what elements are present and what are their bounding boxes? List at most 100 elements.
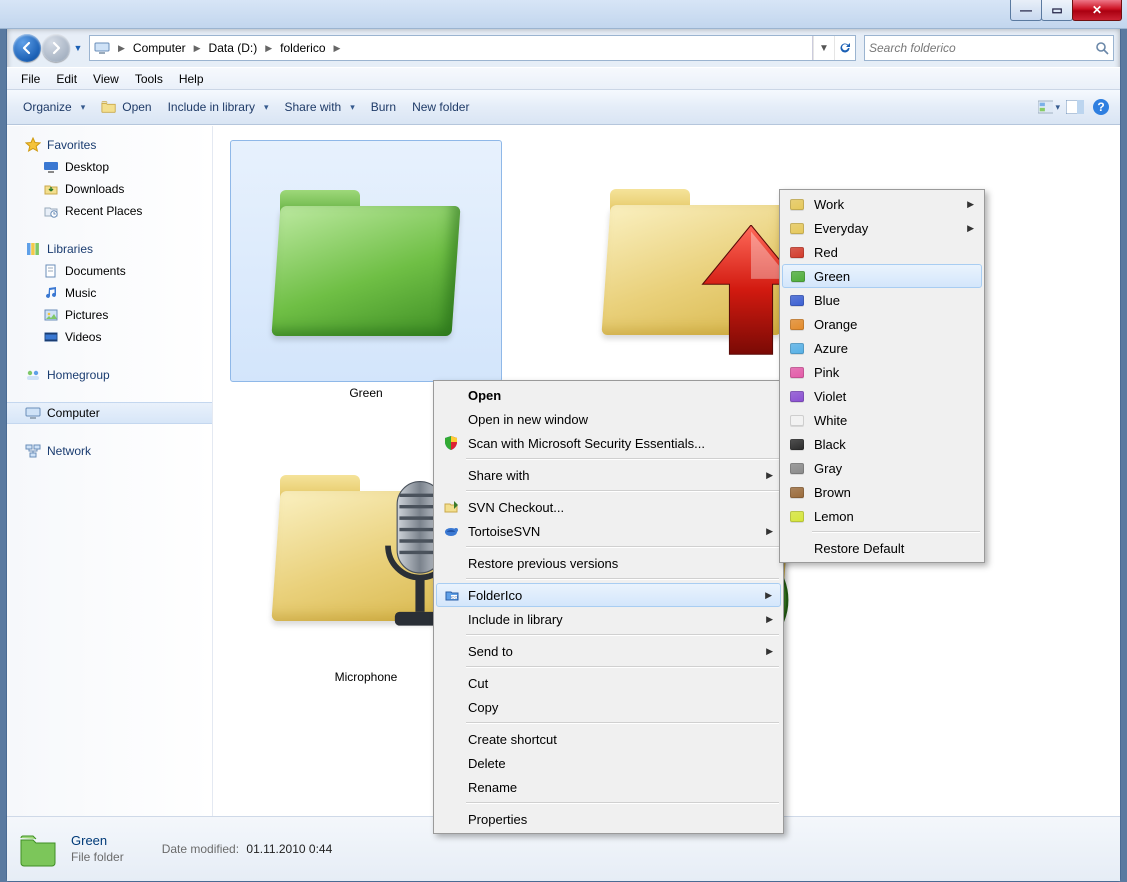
- include-library-button[interactable]: Include in library: [160, 96, 277, 118]
- folder-swatch-icon: [788, 315, 806, 333]
- menu-file[interactable]: File: [13, 70, 48, 88]
- refresh-button[interactable]: [834, 36, 855, 60]
- file-pane[interactable]: Green Im: [213, 126, 1120, 846]
- sidebar: Favorites Desktop Downloads Recent Place…: [7, 126, 213, 846]
- menu-tools[interactable]: Tools: [127, 70, 171, 88]
- sidebar-item-music[interactable]: Music: [7, 282, 212, 304]
- computer-icon: [25, 405, 41, 421]
- search-input[interactable]: Search folderico: [864, 35, 1114, 61]
- submenu-item[interactable]: Gray: [782, 456, 982, 480]
- breadcrumb-seg[interactable]: folderico: [276, 36, 329, 60]
- context-item[interactable]: SVN Checkout...: [436, 495, 781, 519]
- details-name: Green: [71, 833, 124, 850]
- details-type: File folder: [71, 850, 124, 866]
- burn-button[interactable]: Burn: [363, 96, 404, 118]
- desktop-icon: [43, 159, 59, 175]
- submenu-item[interactable]: Azure: [782, 336, 982, 360]
- context-item[interactable]: Create shortcut: [436, 727, 781, 751]
- chevron-right-icon[interactable]: ▶: [190, 43, 205, 54]
- submenu-item[interactable]: Blue: [782, 288, 982, 312]
- open-button[interactable]: Open: [93, 95, 159, 119]
- sidebar-libraries[interactable]: Libraries: [7, 238, 212, 260]
- sidebar-computer[interactable]: Computer: [7, 402, 212, 424]
- sidebar-item-documents[interactable]: Documents: [7, 260, 212, 282]
- context-item[interactable]: Properties: [436, 807, 781, 831]
- folder-icon: [17, 828, 59, 870]
- submenu-item[interactable]: Red: [782, 240, 982, 264]
- submenu-item[interactable]: Pink: [782, 360, 982, 384]
- address-bar[interactable]: ▶ Computer ▶ Data (D:) ▶ folderico ▶ ▼: [89, 35, 856, 61]
- context-item[interactable]: Send to: [436, 639, 781, 663]
- close-button[interactable]: ✕: [1072, 0, 1122, 21]
- context-item[interactable]: Open in new window: [436, 407, 781, 431]
- submenu-item[interactable]: Work: [782, 192, 982, 216]
- menubar: File Edit View Tools Help: [7, 67, 1120, 90]
- folder-icon: [596, 175, 796, 345]
- folder-open-icon: [101, 99, 117, 115]
- submenu-item[interactable]: Green: [782, 264, 982, 288]
- forward-button[interactable]: [42, 34, 70, 62]
- context-item[interactable]: Open: [436, 383, 781, 407]
- context-item[interactable]: Restore previous versions: [436, 551, 781, 575]
- share-with-button[interactable]: Share with: [277, 96, 363, 118]
- downloads-icon: [43, 181, 59, 197]
- submenu-item[interactable]: White: [782, 408, 982, 432]
- menu-help[interactable]: Help: [171, 70, 212, 88]
- minimize-button[interactable]: —: [1010, 0, 1042, 21]
- libraries-icon: [25, 241, 41, 257]
- view-options-button[interactable]: ▾: [1038, 96, 1060, 118]
- submenu-item[interactable]: Brown: [782, 480, 982, 504]
- folder-swatch-icon: [788, 363, 806, 381]
- sidebar-item-pictures[interactable]: Pictures: [7, 304, 212, 326]
- folder-item[interactable]: Green: [231, 140, 501, 400]
- preview-pane-button[interactable]: [1064, 96, 1086, 118]
- folder-swatch-icon: [788, 507, 806, 525]
- chevron-right-icon[interactable]: ▶: [330, 43, 345, 54]
- submenu-item[interactable]: Restore Default: [782, 536, 982, 560]
- sidebar-item-downloads[interactable]: Downloads: [7, 178, 212, 200]
- context-item[interactable]: Scan with Microsoft Security Essentials.…: [436, 431, 781, 455]
- shield-icon: [442, 434, 460, 452]
- folder-swatch-icon: [789, 267, 807, 285]
- context-item[interactable]: Copy: [436, 695, 781, 719]
- context-item[interactable]: Share with: [436, 463, 781, 487]
- sidebar-homegroup[interactable]: Homegroup: [7, 364, 212, 386]
- computer-icon: [94, 40, 110, 56]
- nav-history-dropdown[interactable]: ▼: [71, 38, 85, 58]
- address-dropdown[interactable]: ▼: [813, 36, 834, 60]
- sidebar-network[interactable]: Network: [7, 440, 212, 462]
- breadcrumb-root[interactable]: [90, 36, 114, 60]
- context-item[interactable]: Delete: [436, 751, 781, 775]
- context-item[interactable]: Include in library: [436, 607, 781, 631]
- back-button[interactable]: [13, 34, 41, 62]
- toolbar: Organize Open Include in library Share w…: [7, 90, 1120, 125]
- submenu-item[interactable]: Violet: [782, 384, 982, 408]
- maximize-button[interactable]: ▭: [1041, 0, 1073, 21]
- sidebar-favorites[interactable]: Favorites: [7, 134, 212, 156]
- sidebar-item-videos[interactable]: Videos: [7, 326, 212, 348]
- search-icon: [1095, 41, 1109, 55]
- sidebar-item-recent[interactable]: Recent Places: [7, 200, 212, 222]
- submenu-item[interactable]: Everyday: [782, 216, 982, 240]
- context-item[interactable]: ICOFolderIco: [436, 583, 781, 607]
- chevron-right-icon[interactable]: ▶: [114, 43, 129, 54]
- new-folder-button[interactable]: New folder: [404, 96, 477, 118]
- submenu-item[interactable]: Lemon: [782, 504, 982, 528]
- context-item[interactable]: TortoiseSVN: [436, 519, 781, 543]
- menu-edit[interactable]: Edit: [48, 70, 85, 88]
- context-item[interactable]: Cut: [436, 671, 781, 695]
- menu-view[interactable]: View: [85, 70, 127, 88]
- arrow-right-icon: [49, 41, 63, 55]
- chevron-right-icon[interactable]: ▶: [261, 43, 276, 54]
- breadcrumb-seg[interactable]: Data (D:): [205, 36, 262, 60]
- context-submenu: WorkEverydayRedGreenBlueOrangeAzurePinkV…: [779, 189, 985, 563]
- organize-button[interactable]: Organize: [15, 96, 93, 118]
- folder-label: Microphone: [335, 670, 398, 684]
- breadcrumb-seg[interactable]: Computer: [129, 36, 190, 60]
- submenu-item[interactable]: Orange: [782, 312, 982, 336]
- folder-label: Green: [349, 386, 382, 400]
- help-button[interactable]: ?: [1090, 96, 1112, 118]
- sidebar-item-desktop[interactable]: Desktop: [7, 156, 212, 178]
- context-item[interactable]: Rename: [436, 775, 781, 799]
- submenu-item[interactable]: Black: [782, 432, 982, 456]
